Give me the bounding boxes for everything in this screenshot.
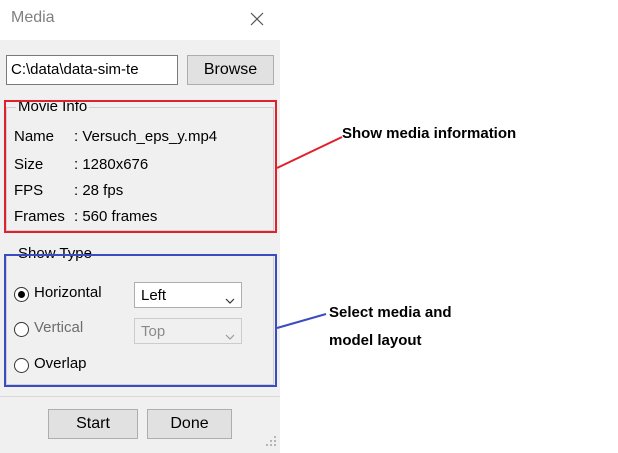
layout-connector <box>276 313 327 329</box>
done-button[interactable]: Done <box>147 409 232 439</box>
media-info-annotation: Show media information <box>342 125 517 142</box>
window-title: Media <box>11 9 55 26</box>
resize-grip-icon[interactable] <box>264 434 278 448</box>
title-bar: Media <box>0 0 280 40</box>
media-info-connector <box>276 136 343 169</box>
browse-button[interactable]: Browse <box>187 55 274 85</box>
layout-highlight <box>4 254 277 387</box>
close-icon[interactable] <box>246 8 268 30</box>
layout-annotation-line1: Select media and <box>329 304 452 321</box>
start-button[interactable]: Start <box>48 409 138 439</box>
path-input[interactable]: C:\data\data-sim-te <box>6 55 178 85</box>
media-info-highlight <box>4 100 277 233</box>
layout-annotation-line2: model layout <box>329 332 422 349</box>
footer-divider <box>0 396 280 397</box>
